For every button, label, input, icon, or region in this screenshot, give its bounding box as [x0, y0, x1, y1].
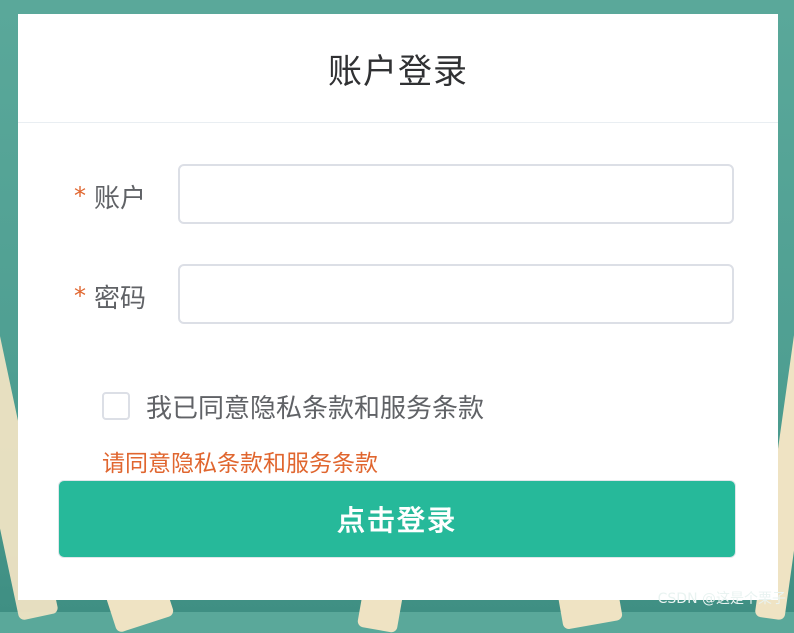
agreement-checkbox[interactable]	[102, 392, 130, 420]
agreement-row[interactable]: 我已同意隐私条款和服务条款	[102, 388, 484, 424]
login-header: 账户登录	[18, 14, 778, 123]
page-title: 账户登录	[328, 51, 468, 92]
account-row: * 账户	[18, 164, 778, 228]
password-label-text: 密码	[94, 283, 147, 314]
account-input[interactable]	[178, 164, 734, 224]
login-card: 账户登录 * 账户 * 密码 我已同意隐私条款和服务条款 请同意隐私条款和服务条…	[18, 14, 778, 600]
password-label: * 密码	[74, 264, 184, 328]
password-input[interactable]	[178, 264, 734, 324]
login-button[interactable]: 点击登录	[58, 480, 736, 558]
required-mark: *	[74, 182, 86, 210]
password-row: * 密码	[18, 264, 778, 328]
account-label: * 账户	[74, 164, 184, 228]
agreement-error-message: 请同意隐私条款和服务条款	[102, 451, 378, 477]
agreement-label[interactable]: 我已同意隐私条款和服务条款	[146, 388, 484, 425]
watermark: CSDN @这是个栗子	[657, 591, 786, 607]
account-label-text: 账户	[94, 183, 147, 214]
required-mark: *	[74, 282, 86, 310]
